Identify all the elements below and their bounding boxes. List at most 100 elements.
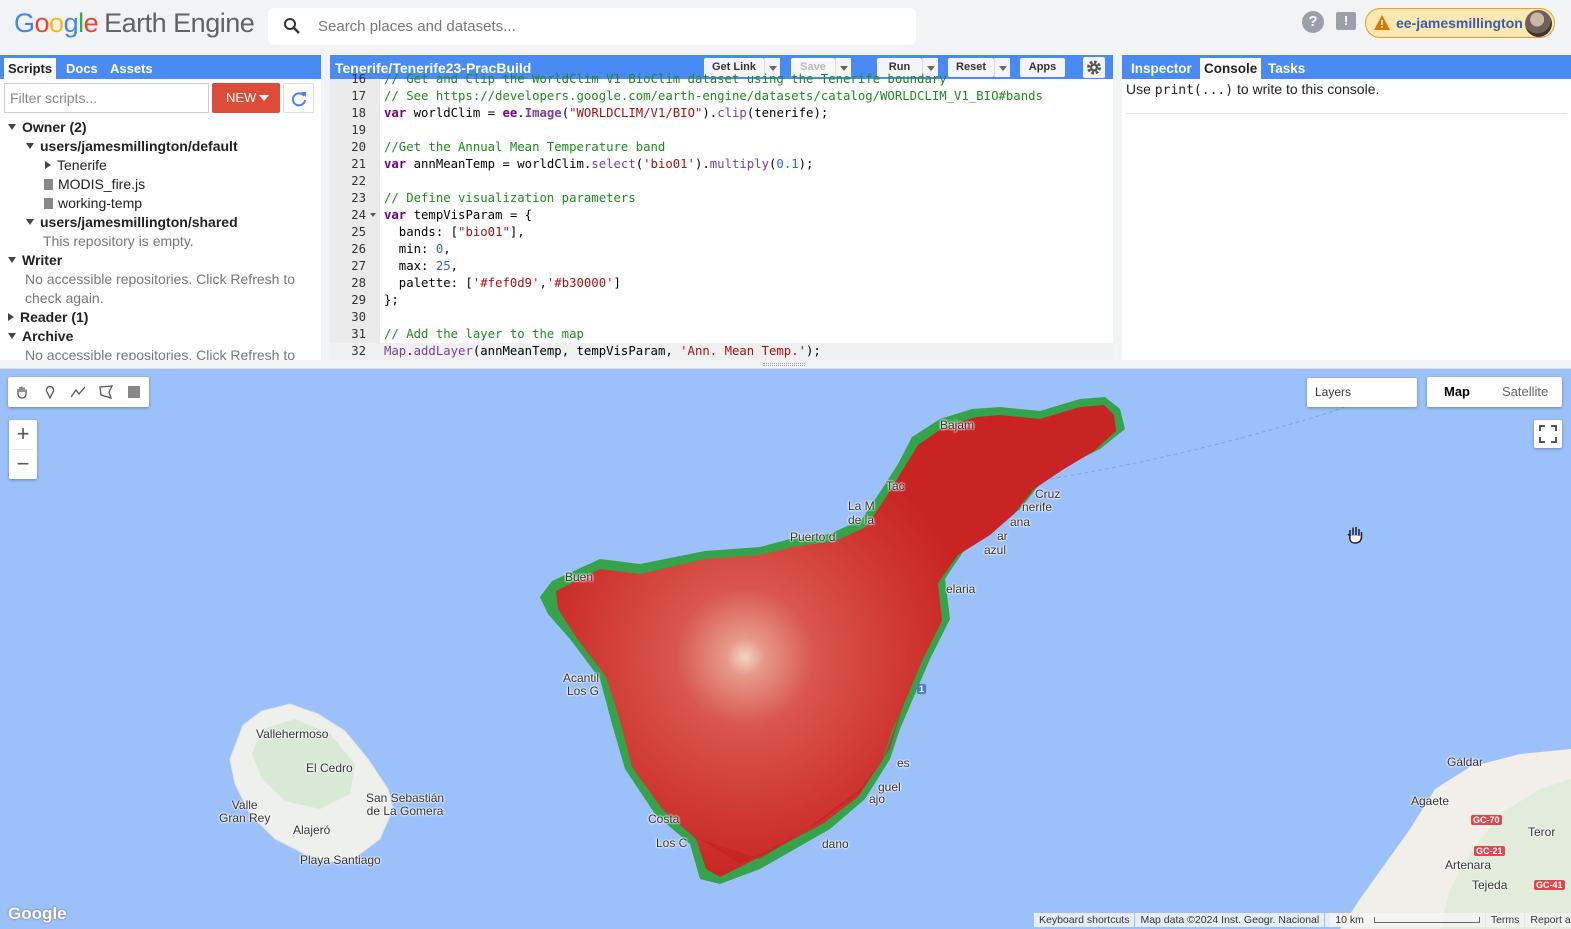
line-text: //Get the Annual Mean Temperature band	[384, 140, 666, 154]
place-label: El Cedro	[306, 761, 353, 775]
panel-resizer[interactable]	[1113, 55, 1122, 360]
line-number: 25	[351, 225, 366, 239]
fold-arrow-icon[interactable]	[370, 213, 376, 217]
tree-folder-tenerife[interactable]: Tenerife	[45, 157, 107, 173]
line-number: 18	[351, 106, 366, 120]
polyline-icon	[71, 386, 85, 398]
keyboard-shortcuts-link[interactable]: Keyboard shortcuts	[1034, 913, 1135, 927]
tree-label: Tenerife	[57, 157, 107, 173]
feedback-icon[interactable]: !	[1336, 12, 1356, 30]
google-logo: Google	[8, 904, 67, 923]
code-line: 29};	[330, 292, 1113, 309]
scale-control[interactable]: 10 km	[1325, 913, 1485, 927]
tree-group-archive[interactable]: Archive	[8, 328, 73, 344]
tree-file-working-temp[interactable]: working-temp	[44, 195, 142, 211]
no-repos-message: No accessible repositories. Click Refres…	[25, 271, 295, 287]
tree-group-writer[interactable]: Writer	[8, 252, 62, 268]
new-button[interactable]: NEW	[212, 83, 280, 113]
code-editor-panel: Tenerife/Tenerife23-PracBuild Get Link S…	[330, 55, 1113, 360]
line-number: 23	[351, 191, 366, 205]
line-text: var worldClim = ee.Image("WORLDCLIM/V1/B…	[384, 106, 829, 120]
line-number: 19	[351, 123, 366, 137]
collapse-icon	[45, 161, 51, 169]
tab-console[interactable]: Console	[1200, 58, 1262, 79]
map-view[interactable]: + − Layers Map Satellite Vallehermoso El…	[0, 369, 1571, 929]
tab-inspector[interactable]: Inspector	[1127, 58, 1196, 79]
tab-docs[interactable]: Docs	[62, 58, 102, 79]
expand-icon	[8, 257, 16, 263]
code-line: 21 var annMeanTemp = worldClim.select('bi…	[330, 156, 1113, 173]
line-text: // Define visualization parameters	[384, 191, 636, 205]
console-message: Use print(...) to write to this console.	[1126, 81, 1379, 98]
pan-tool[interactable]	[8, 377, 36, 407]
help-icon[interactable]: ?	[1302, 11, 1324, 33]
hand-icon	[17, 386, 27, 399]
logo-letter: g	[63, 8, 79, 38]
empty-repo-message: This repository is empty.	[43, 233, 194, 249]
polygon-tool[interactable]	[92, 377, 120, 407]
zoom-out-button[interactable]: −	[9, 450, 37, 479]
refresh-icon	[292, 92, 306, 107]
logo-product-name: Earth Engine	[104, 8, 255, 38]
map-attribution: Keyboard shortcuts Map data ©2024 Inst. G…	[1034, 913, 1571, 929]
marker-icon	[45, 385, 55, 399]
place-label: Tejeda	[1472, 878, 1508, 892]
no-repos-message-cont: check again.	[25, 290, 104, 306]
expand-icon	[8, 124, 16, 130]
tree-group-owner[interactable]: Owner (2)	[8, 119, 87, 135]
tab-tasks[interactable]: Tasks	[1264, 58, 1309, 79]
zoom-in-button[interactable]: +	[9, 420, 37, 449]
place-label: Acantil	[563, 671, 600, 685]
place-label: Tac	[886, 479, 905, 493]
earth-engine-logo[interactable]: Google Earth Engine	[14, 8, 255, 39]
road-badge: GC-21	[1474, 846, 1505, 856]
console-text: to write to this console.	[1233, 81, 1380, 97]
account-button[interactable]: ee-jamesmillington	[1365, 8, 1555, 38]
line-text: min: 0,	[384, 242, 451, 256]
map-type-map[interactable]: Map	[1444, 377, 1470, 407]
code-area[interactable]: 16 // Get and Clip the WorldClim V1 BioCl…	[330, 72, 1113, 360]
line-number: 24	[351, 208, 366, 222]
map-type-satellite[interactable]: Satellite	[1502, 377, 1548, 407]
line-tool[interactable]	[64, 377, 92, 407]
code-line: 18 var worldClim = ee.Image("WORLDCLIM/V1…	[330, 105, 1113, 122]
avatar[interactable]	[1525, 10, 1552, 37]
expand-icon	[8, 333, 16, 339]
tree-repo-default[interactable]: users/jamesmillington/default	[26, 138, 238, 154]
line-text: var annMeanTemp = worldClim.select('bio0…	[384, 157, 814, 171]
temperature-layer	[556, 405, 1116, 877]
console-code: print(...)	[1154, 83, 1234, 98]
tree-file-modis[interactable]: MODIS_fire.js	[44, 176, 145, 192]
line-text: palette: ['#fef0d9','#b30000']	[384, 276, 621, 290]
tree-group-reader[interactable]: Reader (1)	[8, 309, 88, 325]
warning-icon	[1374, 15, 1390, 30]
search-box[interactable]	[268, 8, 916, 45]
logo-letter: o	[34, 8, 50, 38]
place-label: de la	[848, 513, 875, 527]
code-line: 22	[330, 173, 1113, 190]
account-name: ee-jamesmillington	[1396, 15, 1523, 31]
code-line: 16 // Get and Clip the WorldClim V1 BioCl…	[330, 71, 1113, 88]
refresh-button[interactable]	[283, 83, 314, 113]
place-label: elaria	[946, 582, 976, 596]
zoom-control: + −	[9, 420, 37, 479]
panel-resizer[interactable]	[321, 55, 330, 360]
rectangle-tool[interactable]	[120, 377, 148, 407]
report-error-link[interactable]: Report a map error	[1525, 913, 1571, 927]
terms-link[interactable]: Terms	[1485, 913, 1525, 927]
line-number: 27	[351, 259, 366, 273]
filter-scripts-input[interactable]	[4, 83, 209, 113]
layers-button[interactable]: Layers	[1307, 378, 1417, 407]
logo-letter: e	[83, 8, 99, 38]
code-line: 28 palette: ['#fef0d9','#b30000']	[330, 275, 1113, 292]
code-line: 24 var tempVisParam = {	[330, 207, 1113, 224]
fullscreen-button[interactable]	[1534, 420, 1562, 448]
search-input[interactable]	[318, 8, 898, 45]
map-resizer[interactable]	[0, 360, 1571, 369]
point-tool[interactable]	[36, 377, 64, 407]
line-number: 30	[351, 310, 366, 324]
code-line: 25 bands: ["bio01"],	[330, 224, 1113, 241]
tab-assets[interactable]: Assets	[106, 58, 157, 79]
tree-repo-shared[interactable]: users/jamesmillington/shared	[26, 214, 238, 230]
tab-scripts[interactable]: Scripts	[4, 58, 57, 79]
